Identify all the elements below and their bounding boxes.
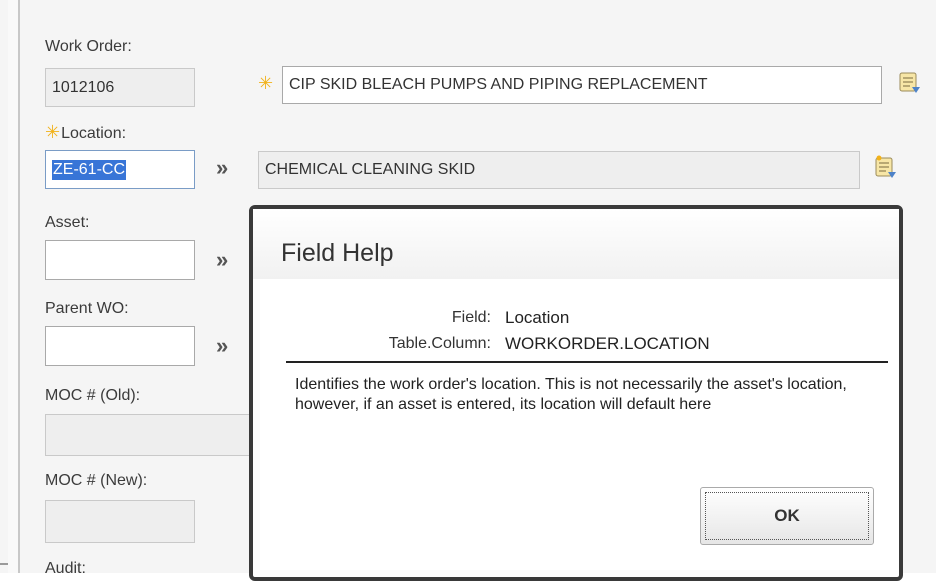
field-help-description: Identifies the work order's location. Th… xyxy=(295,376,847,413)
parent-wo-lookup-chevron-icon[interactable]: » xyxy=(216,333,228,359)
page-frame: Work Order: 1012106 ✳ CIP SKID BLEACH PU… xyxy=(0,0,936,581)
audit-label: Audit: xyxy=(45,560,86,577)
description-detail-icon[interactable] xyxy=(898,70,920,94)
ok-button[interactable]: OK xyxy=(700,487,874,545)
asset-label: Asset: xyxy=(45,214,90,231)
left-divider xyxy=(8,0,20,573)
location-value: ZE-61-CC xyxy=(52,159,127,180)
work-order-field[interactable]: 1012106 xyxy=(45,68,195,107)
location-description-value: CHEMICAL CLEANING SKID xyxy=(265,161,476,178)
field-help-dialog: Field Help Field: Location Table.Column:… xyxy=(249,205,903,581)
divider-tick xyxy=(0,563,8,565)
field-value: Location xyxy=(505,308,570,327)
ok-button-label: OK xyxy=(705,492,869,540)
location-label: ✳Location: xyxy=(45,122,126,143)
dialog-title: Field Help xyxy=(281,239,394,267)
location-lookup-chevron-icon[interactable]: » xyxy=(216,155,228,181)
table-column-key-label: Table.Column: xyxy=(388,335,491,352)
location-input[interactable]: ZE-61-CC xyxy=(45,150,195,189)
required-asterisk-icon: ✳ xyxy=(258,73,274,93)
work-order-description-field[interactable]: CIP SKID BLEACH PUMPS AND PIPING REPLACE… xyxy=(282,66,882,104)
parent-wo-input[interactable] xyxy=(45,326,195,366)
moc-new-label: MOC # (New): xyxy=(45,472,148,489)
location-detail-icon[interactable] xyxy=(874,155,896,179)
moc-old-label: MOC # (Old): xyxy=(45,387,141,404)
location-description-field: CHEMICAL CLEANING SKID xyxy=(258,151,860,189)
asset-lookup-chevron-icon[interactable]: » xyxy=(216,247,228,273)
table-column-value: WORKORDER.LOCATION xyxy=(505,334,710,353)
field-key-label: Field: xyxy=(451,309,491,326)
dialog-title-bar: Field Help xyxy=(253,209,899,279)
work-order-label: Work Order: xyxy=(45,38,132,55)
asset-input[interactable] xyxy=(45,240,195,280)
location-label-text: Location: xyxy=(61,125,127,142)
parent-wo-label: Parent WO: xyxy=(45,300,129,317)
required-asterisk-icon: ✳ xyxy=(45,122,61,142)
dialog-divider xyxy=(286,361,888,363)
moc-new-field xyxy=(45,500,195,543)
work-order-description-value: CIP SKID BLEACH PUMPS AND PIPING REPLACE… xyxy=(289,76,708,93)
work-order-value: 1012106 xyxy=(52,78,115,96)
moc-old-field xyxy=(45,414,260,456)
